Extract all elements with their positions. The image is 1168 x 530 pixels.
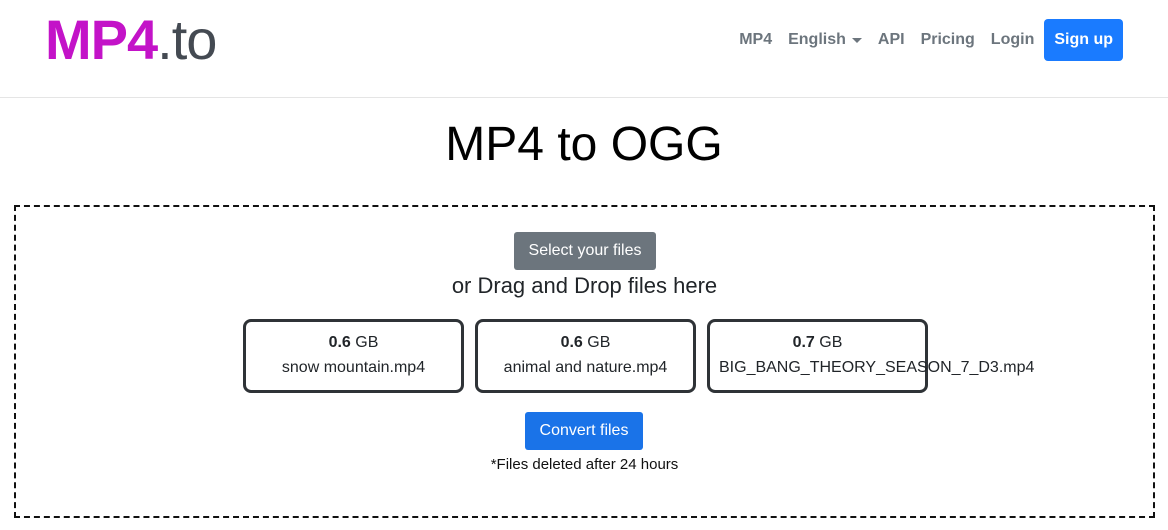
- file-size-unit: GB: [819, 334, 843, 351]
- file-size-value: 0.6: [328, 334, 351, 351]
- file-list: 0.6 GB snow mountain.mp4 0.6 GB animal a…: [243, 319, 1034, 393]
- file-size: 0.7 GB: [710, 333, 925, 353]
- deletion-note: *Files deleted after 24 hours: [490, 456, 679, 473]
- file-name: animal and nature.mp4: [503, 359, 668, 376]
- drag-drop-text: or Drag and Drop files here: [451, 273, 718, 298]
- file-name: BIG_BANG_THEORY_SEASON_7_D3.mp4: [719, 359, 1035, 376]
- nav-link-pricing[interactable]: Pricing: [913, 31, 983, 49]
- signup-button[interactable]: Sign up: [1044, 19, 1123, 61]
- file-size-value: 0.6: [560, 334, 583, 351]
- nav-link-login[interactable]: Login: [983, 31, 1043, 49]
- select-files-button[interactable]: Select your files: [514, 232, 656, 270]
- nav-link-mp4[interactable]: MP4: [731, 31, 780, 49]
- navbar: MP4.to MP4 English API Pricing Login Sig…: [0, 0, 1168, 98]
- file-name: snow mountain.mp4: [281, 359, 426, 376]
- nav-link-api[interactable]: API: [870, 31, 913, 49]
- caret-down-icon: [851, 38, 862, 43]
- file-size-unit: GB: [587, 334, 611, 351]
- file-size-value: 0.7: [792, 334, 815, 351]
- logo-mp4-text: MP4: [45, 8, 158, 71]
- site-logo[interactable]: MP4.to: [45, 8, 217, 71]
- file-size: 0.6 GB: [478, 333, 693, 353]
- page-title: MP4 to OGG: [445, 118, 723, 171]
- language-dropdown[interactable]: English: [780, 31, 870, 49]
- language-label: English: [788, 31, 846, 48]
- file-size: 0.6 GB: [246, 333, 461, 353]
- file-card: 0.6 GB animal and nature.mp4: [475, 319, 696, 393]
- file-size-unit: GB: [355, 334, 379, 351]
- file-dropzone[interactable]: Select your files or Drag and Drop files…: [14, 205, 1155, 518]
- file-card: 0.6 GB snow mountain.mp4: [243, 319, 464, 393]
- nav-links: MP4 English API Pricing Login Sign up: [731, 19, 1123, 61]
- convert-files-button[interactable]: Convert files: [525, 412, 643, 450]
- logo-to-text: .to: [157, 8, 217, 71]
- file-card: 0.7 GB BIG_BANG_THEORY_SEASON_7_D3.mp4: [707, 319, 1034, 393]
